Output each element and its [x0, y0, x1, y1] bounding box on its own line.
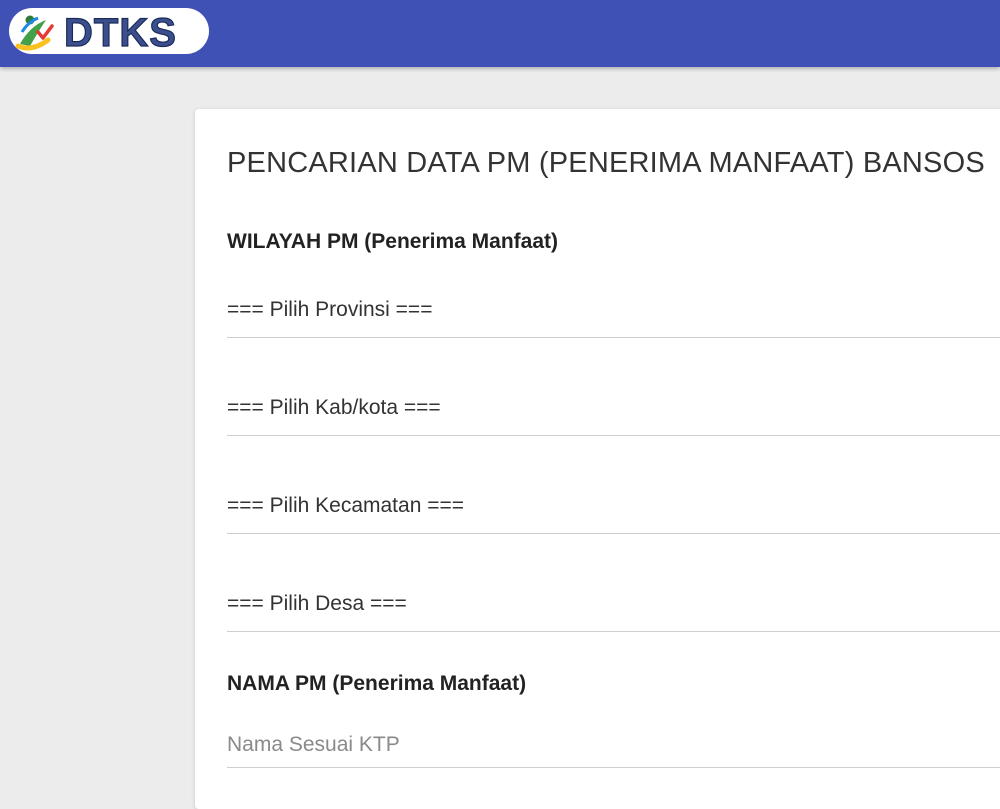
region-section-label: WILAYAH PM (Penerima Manfaat) [227, 230, 559, 253]
dtks-logo[interactable]: DTKS [8, 6, 210, 56]
name-section-label: NAMA PM (Penerima Manfaat) [227, 672, 527, 695]
logo-text: DTKS [64, 11, 177, 55]
province-select[interactable]: === Pilih Provinsi === [227, 291, 1000, 338]
district-select[interactable]: === Pilih Kecamatan === [227, 487, 1000, 534]
district-select-value: === Pilih Kecamatan === [227, 494, 464, 517]
name-input[interactable] [227, 723, 1000, 768]
province-select-value: === Pilih Provinsi === [227, 298, 433, 321]
city-select-value: === Pilih Kab/kota === [227, 396, 441, 419]
village-select[interactable]: === Pilih Desa === [227, 585, 1000, 632]
village-select-value: === Pilih Desa === [227, 592, 407, 615]
top-app-bar: DTKS [0, 0, 1000, 67]
city-select[interactable]: === Pilih Kab/kota === [227, 389, 1000, 436]
page-title: PENCARIAN DATA PM (PENERIMA MANFAAT) BAN… [227, 147, 985, 179]
search-card: PENCARIAN DATA PM (PENERIMA MANFAAT) BAN… [195, 109, 1000, 809]
